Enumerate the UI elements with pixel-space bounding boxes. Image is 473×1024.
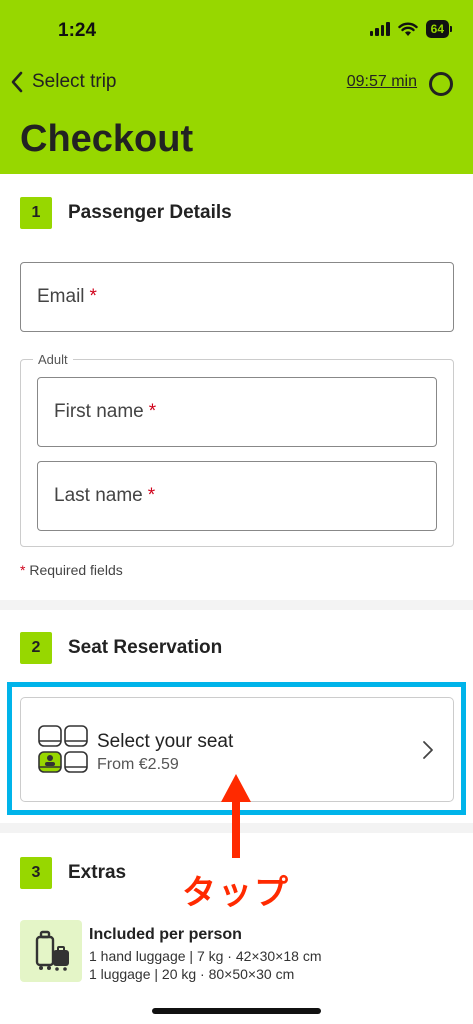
step-title: Seat Reservation — [68, 637, 223, 658]
chevron-left-icon — [11, 71, 23, 93]
section-divider — [0, 600, 473, 610]
required-fields-note: * Required fields — [20, 562, 123, 578]
required-mark: * — [20, 562, 26, 578]
first-name-label: First name — [54, 401, 144, 422]
home-indicator[interactable] — [152, 1008, 321, 1014]
step-passenger-details: 1 Passenger Details — [20, 197, 232, 229]
back-label: Select trip — [32, 71, 117, 92]
required-mark: * — [147, 485, 156, 506]
step-number: 1 — [20, 197, 52, 229]
first-name-field[interactable]: First name * — [37, 377, 437, 447]
last-name-label: Last name — [54, 485, 143, 506]
status-time: 1:24 — [58, 20, 97, 41]
step-title: Extras — [68, 862, 127, 883]
timer-ring-icon — [429, 72, 453, 96]
luggage-icon — [35, 930, 69, 971]
page-title: Checkout — [20, 118, 194, 160]
email-field[interactable]: Email * — [20, 262, 454, 332]
luggage-icon-box — [20, 920, 82, 982]
required-fields-text: Required fields — [29, 562, 123, 578]
battery-icon: 64 — [425, 20, 453, 38]
last-name-field[interactable]: Last name * — [37, 461, 437, 531]
tap-arrow-icon — [221, 774, 251, 858]
step-title: Passenger Details — [68, 202, 232, 223]
step-seat-reservation: 2 Seat Reservation — [20, 632, 222, 664]
status-icons: 64 — [369, 20, 453, 38]
signal-icon — [369, 22, 390, 36]
included-line: 1 hand luggage | 7 kg · 42×30×18 cm — [89, 948, 322, 964]
reservation-timer[interactable]: 09:57 min — [347, 73, 417, 91]
header: 1:24 64 Select trip 09:57 min Checkout — [0, 0, 473, 174]
included-title: Included per person — [89, 926, 242, 943]
email-label: Email — [37, 286, 85, 307]
step-extras: 3 Extras — [20, 857, 126, 889]
required-mark: * — [148, 401, 157, 422]
tap-annotation-label: タップ — [182, 874, 290, 912]
adult-legend: Adult — [33, 352, 73, 367]
included-line: 1 luggage | 20 kg · 80×50×30 cm — [89, 966, 295, 982]
step-number: 2 — [20, 632, 52, 664]
back-button[interactable]: Select trip — [10, 70, 116, 94]
wifi-icon — [397, 22, 418, 36]
step-number: 3 — [20, 857, 52, 889]
required-mark: * — [89, 286, 97, 307]
